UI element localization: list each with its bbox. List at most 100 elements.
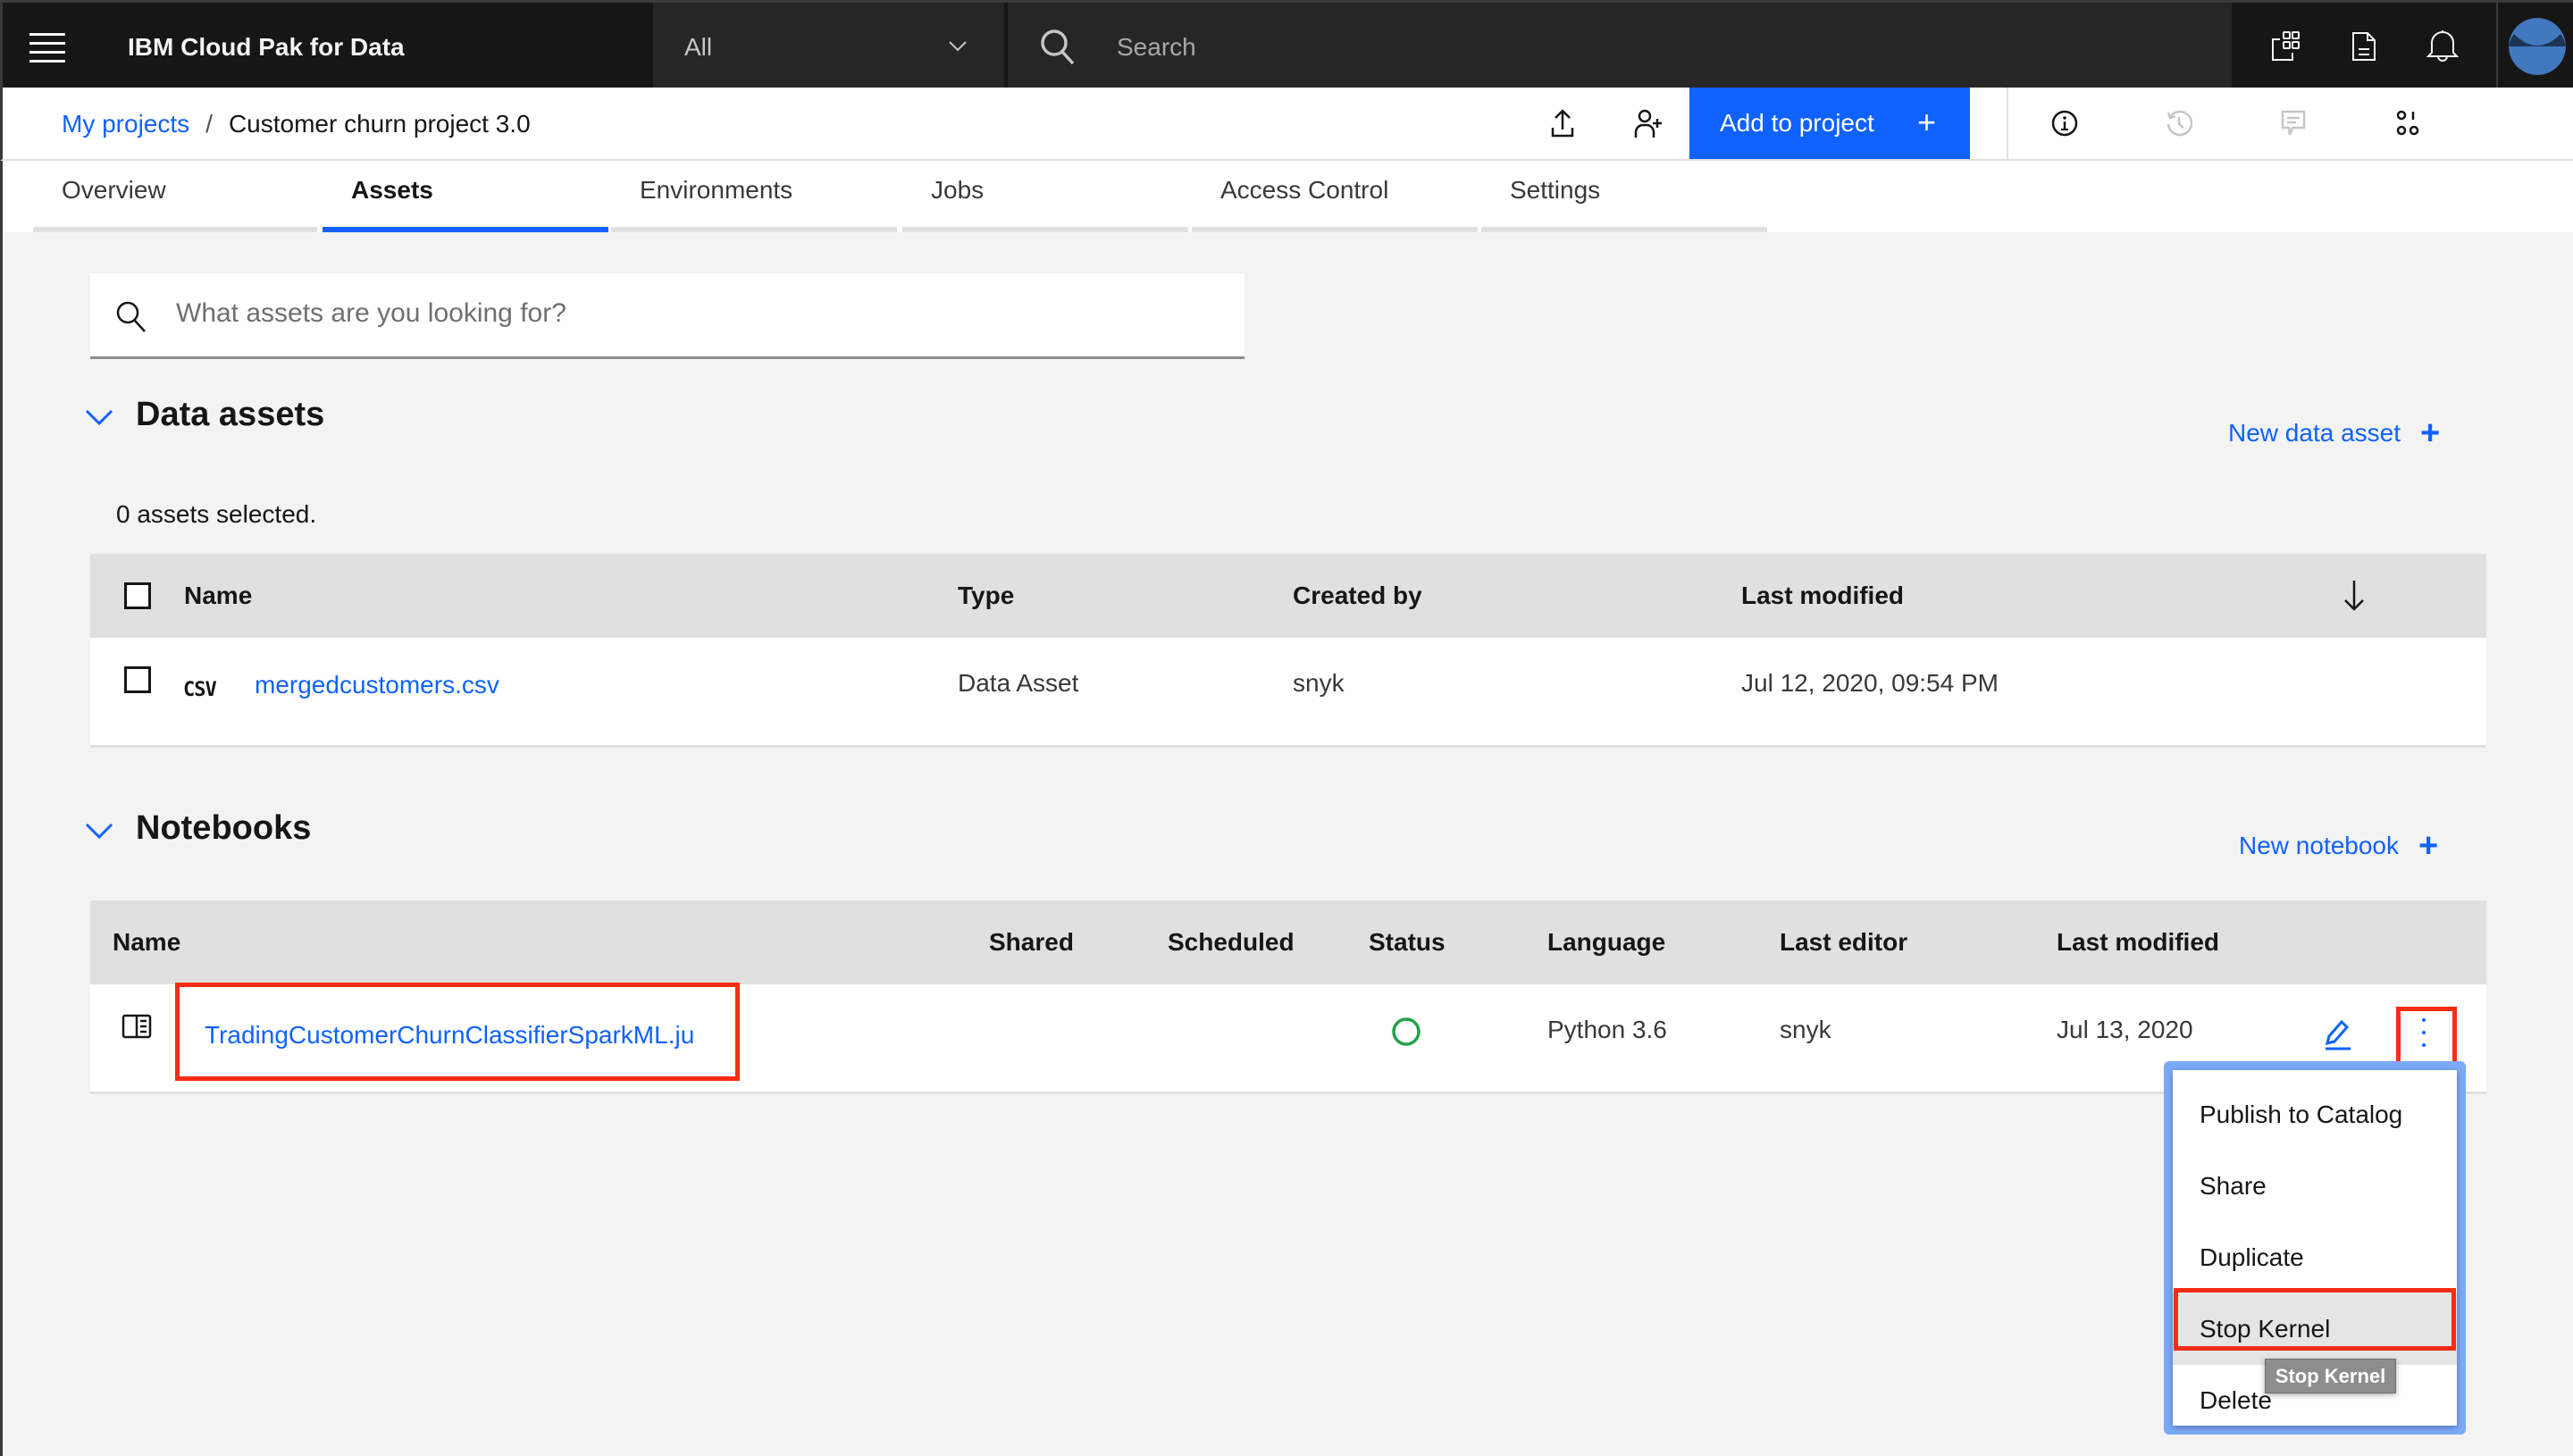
overflow-menu-icon[interactable] <box>2418 1011 2430 1054</box>
new-notebook-link[interactable]: New notebook + <box>2239 829 2438 863</box>
tab-label: Access Control <box>1220 176 1389 204</box>
new-notebook-label: New notebook <box>2239 832 2400 859</box>
asset-search-input[interactable]: What assets are you looking for? <box>90 273 1245 359</box>
add-icon: + <box>1916 104 1936 140</box>
notebook-last-editor: snyk <box>1780 1016 1831 1043</box>
menu-item-stop-kernel[interactable]: Stop Kernel <box>2173 1293 2457 1365</box>
row-checkbox[interactable] <box>124 666 151 693</box>
upload-button[interactable] <box>1530 88 1595 159</box>
search-scope-dropdown[interactable]: All <box>653 3 1006 90</box>
search-placeholder: Search <box>1117 33 1196 61</box>
tab-assets[interactable]: Assets <box>323 161 608 232</box>
new-data-asset-link[interactable]: New data asset + <box>2228 416 2440 450</box>
code-snippets-icon <box>2396 110 2419 136</box>
search-icon <box>1041 29 1075 65</box>
column-header-created-by[interactable]: Created by <box>1293 581 1422 611</box>
table-row[interactable]: CSV mergedcustomers.csv Data Asset snyk … <box>90 638 2486 745</box>
menu-item-share[interactable]: Share <box>2173 1151 2457 1222</box>
comments-icon <box>2281 110 2306 136</box>
menu-item-duplicate[interactable]: Duplicate <box>2173 1222 2457 1293</box>
column-header-shared[interactable]: Shared <box>989 927 1074 958</box>
scope-value: All <box>684 33 713 61</box>
add-to-project-button[interactable]: Add to project + <box>1689 88 1970 159</box>
breadcrumb: My projects / Customer churn project 3.0 <box>62 109 531 139</box>
history-icon <box>2167 110 2192 137</box>
stop-kernel-tooltip: Stop Kernel <box>2265 1359 2396 1393</box>
tab-overview[interactable]: Overview <box>33 161 317 232</box>
breadcrumb-current-project: Customer churn project 3.0 <box>228 110 531 138</box>
notification-bell-icon[interactable] <box>2420 24 2465 69</box>
services-catalog-icon[interactable] <box>2264 24 2309 69</box>
tab-label: Assets <box>351 176 433 204</box>
top-header: IBM Cloud Pak for Data All Search <box>0 0 2573 90</box>
plus-icon: + <box>2418 827 2439 865</box>
hamburger-menu-icon[interactable] <box>29 29 65 65</box>
toolbar-divider <box>2007 88 2008 159</box>
column-header-language[interactable]: Language <box>1547 927 1665 958</box>
sort-arrow-down-icon[interactable] <box>2342 579 2367 613</box>
project-tabs: Overview Assets Environments Jobs Access… <box>0 161 2573 232</box>
column-header-last-modified[interactable]: Last modified <box>2057 927 2219 958</box>
add-collaborator-icon <box>1634 109 1662 138</box>
add-to-project-label: Add to project <box>1720 109 1874 137</box>
product-name: IBM Cloud Pak for Data <box>128 33 405 61</box>
chevron-down-icon <box>949 41 967 52</box>
comments-button[interactable] <box>2261 88 2326 159</box>
status-idle-circle-icon <box>1392 1017 1421 1046</box>
csv-file-icon: CSV <box>183 679 217 701</box>
user-menu[interactable] <box>2496 3 2573 90</box>
column-header-scheduled[interactable]: Scheduled <box>1168 927 1295 958</box>
table-row[interactable]: TradingCustomerChurnClassifierSparkML.ju… <box>90 984 2486 1092</box>
column-header-name[interactable]: Name <box>113 927 180 958</box>
tab-label: Environments <box>640 176 793 204</box>
breadcrumb-my-projects[interactable]: My projects <box>62 110 189 138</box>
notebook-last-modified: Jul 13, 2020 <box>2057 1016 2193 1043</box>
history-button[interactable] <box>2147 88 2211 159</box>
code-snippets-button[interactable] <box>2376 88 2440 159</box>
column-header-name[interactable]: Name <box>184 581 252 611</box>
select-all-checkbox[interactable] <box>124 582 151 609</box>
user-avatar[interactable] <box>2508 18 2566 75</box>
collapse-notebooks-chevron-icon[interactable] <box>84 819 114 842</box>
tab-settings[interactable]: Settings <box>1481 161 1767 232</box>
table-header: Name Shared Scheduled Status Language La… <box>90 900 2486 984</box>
tab-jobs[interactable]: Jobs <box>902 161 1188 232</box>
asset-search-placeholder: What assets are you looking for? <box>176 298 566 328</box>
tab-access-control[interactable]: Access Control <box>1192 161 1478 232</box>
column-header-status[interactable]: Status <box>1369 927 1446 958</box>
tab-environments[interactable]: Environments <box>611 161 897 232</box>
header-actions <box>2233 3 2496 90</box>
plus-icon: + <box>2420 414 2441 452</box>
info-button[interactable] <box>2032 88 2097 159</box>
column-header-last-modified[interactable]: Last modified <box>1741 581 1904 611</box>
asset-last-modified: Jul 12, 2020, 09:54 PM <box>1741 669 1999 697</box>
tab-label: Overview <box>62 176 166 204</box>
window-edge <box>0 232 3 1456</box>
search-icon <box>116 301 146 332</box>
menu-item-publish-to-catalog[interactable]: Publish to Catalog <box>2173 1079 2457 1151</box>
asset-created-by: snyk <box>1293 669 1345 697</box>
collapse-data-assets-chevron-icon[interactable] <box>84 406 114 429</box>
data-assets-title: Data assets <box>136 396 325 433</box>
global-search-input[interactable]: Search <box>1008 3 2232 90</box>
notebooks-title: Notebooks <box>136 809 312 847</box>
notebooks-table: Name Shared Scheduled Status Language La… <box>90 900 2486 1094</box>
edit-pencil-icon[interactable] <box>2322 1018 2354 1050</box>
tab-label: Settings <box>1510 176 1601 204</box>
upload-icon <box>1551 109 1574 138</box>
notebook-language: Python 3.6 <box>1547 1016 1667 1043</box>
breadcrumb-separator: / <box>205 110 213 138</box>
asset-name-link[interactable]: mergedcustomers.csv <box>255 670 499 700</box>
notebook-name-link[interactable]: TradingCustomerChurnClassifierSparkML.ju <box>205 1020 694 1050</box>
asset-type: Data Asset <box>958 669 1079 697</box>
info-icon <box>2051 110 2078 137</box>
tab-label: Jobs <box>931 176 985 204</box>
document-icon[interactable] <box>2342 24 2386 69</box>
column-header-last-editor[interactable]: Last editor <box>1780 927 1907 958</box>
new-data-asset-label: New data asset <box>2228 419 2401 447</box>
add-collaborator-button[interactable] <box>1616 88 1680 159</box>
data-assets-table: Name Type Created by Last modified CSV m… <box>90 554 2486 748</box>
notebook-icon <box>122 1014 152 1039</box>
table-header: Name Type Created by Last modified <box>90 554 2486 638</box>
column-header-type[interactable]: Type <box>958 581 1014 611</box>
